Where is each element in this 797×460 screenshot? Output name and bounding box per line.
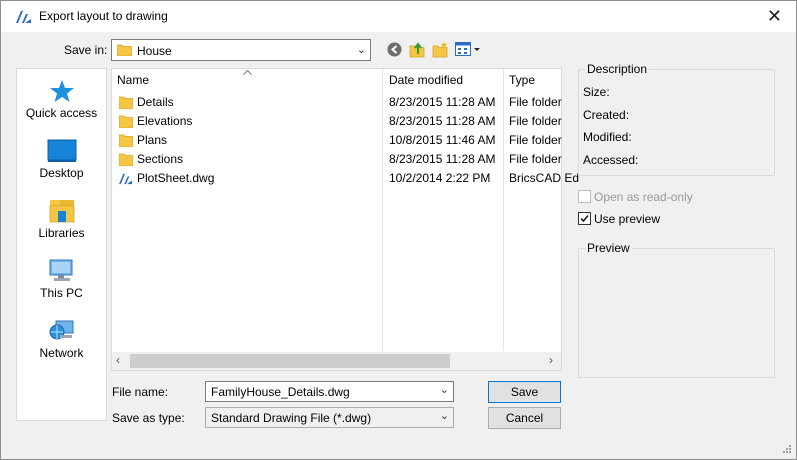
file-row-details[interactable]: Details 8/23/2015 11:28 AM File folder bbox=[112, 93, 562, 112]
file-name-label: File name: bbox=[112, 385, 169, 399]
file-date: 8/23/2015 11:28 AM bbox=[389, 95, 496, 109]
sort-arrow-icon bbox=[243, 70, 252, 75]
close-button[interactable]: ✕ bbox=[767, 7, 782, 25]
file-type: File folder bbox=[509, 114, 562, 128]
file-date: 8/23/2015 11:28 AM bbox=[389, 114, 496, 128]
file-name-value: FamilyHouse_Details.dwg bbox=[211, 385, 350, 399]
column-header-type[interactable]: Type bbox=[509, 73, 535, 87]
file-name: PlotSheet.dwg bbox=[137, 171, 215, 185]
scrollbar-thumb[interactable] bbox=[130, 354, 450, 368]
file-date: 10/8/2015 11:46 AM bbox=[389, 133, 496, 147]
file-name: Plans bbox=[137, 133, 168, 147]
file-type: File folder bbox=[509, 133, 562, 147]
created-label: Created: bbox=[583, 108, 630, 122]
column-header-date[interactable]: Date modified bbox=[389, 73, 463, 87]
scroll-right-icon[interactable]: › bbox=[549, 353, 553, 367]
bricscad-logo-icon bbox=[16, 11, 31, 23]
view-menu-icon[interactable] bbox=[455, 42, 481, 57]
save-as-type-label: Save as type: bbox=[112, 411, 185, 425]
file-name: Sections bbox=[137, 152, 184, 166]
save-button[interactable]: Save bbox=[488, 381, 561, 403]
star-icon bbox=[49, 80, 74, 102]
save-in-value: House bbox=[137, 44, 172, 58]
checkmark-icon bbox=[580, 215, 589, 223]
file-list: Name Date modified Type Details 8/23/201… bbox=[111, 68, 579, 371]
use-preview-label: Use preview bbox=[594, 212, 661, 226]
modified-label: Modified: bbox=[583, 130, 632, 144]
title-bar: Export layout to drawing ✕ bbox=[1, 1, 796, 32]
read-only-label: Open as read-only bbox=[594, 190, 693, 204]
accessed-label: Accessed: bbox=[583, 153, 639, 167]
save-as-type-dropdown[interactable]: Standard Drawing File (*.dwg) ⌄ bbox=[205, 407, 454, 428]
save-in-dropdown[interactable]: House ⌄ bbox=[111, 39, 371, 61]
scroll-left-icon[interactable]: ‹ bbox=[116, 353, 120, 367]
file-name: Details bbox=[137, 95, 174, 109]
folder-icon bbox=[119, 96, 133, 109]
place-network[interactable]: Network bbox=[17, 319, 106, 360]
dwg-file-icon bbox=[119, 173, 132, 185]
place-quick-access[interactable]: Quick access bbox=[17, 79, 106, 120]
place-label: Libraries bbox=[38, 226, 85, 240]
save-as-type-value: Standard Drawing File (*.dwg) bbox=[211, 411, 372, 425]
chevron-down-icon: ⌄ bbox=[439, 410, 449, 422]
places-bar: Quick access Desktop Libraries This PC N… bbox=[16, 68, 107, 421]
desktop-icon bbox=[47, 139, 76, 162]
folder-icon bbox=[119, 134, 133, 147]
file-type: File folder bbox=[509, 152, 562, 166]
file-type: BricsCAD Ed bbox=[509, 171, 580, 185]
place-label: Network bbox=[39, 346, 84, 360]
folder-icon bbox=[119, 115, 133, 128]
save-in-label: Save in: bbox=[64, 43, 108, 57]
new-folder-icon[interactable] bbox=[432, 41, 449, 58]
place-label: This PC bbox=[40, 286, 83, 300]
file-row-plans[interactable]: Plans 10/8/2015 11:46 AM File folder bbox=[112, 131, 562, 150]
dialog-title: Export layout to drawing bbox=[39, 9, 168, 23]
place-libraries[interactable]: Libraries bbox=[17, 199, 106, 240]
place-label: Quick access bbox=[25, 106, 98, 120]
file-row-sections[interactable]: Sections 8/23/2015 11:28 AM File folder bbox=[112, 150, 562, 169]
preview-title: Preview bbox=[585, 241, 632, 255]
libraries-icon bbox=[49, 200, 74, 223]
file-date: 10/2/2014 2:22 PM bbox=[389, 171, 491, 185]
file-name-input[interactable]: FamilyHouse_Details.dwg ⌄ bbox=[205, 381, 454, 402]
preview-group: Preview bbox=[578, 241, 775, 378]
file-name: Elevations bbox=[137, 114, 193, 128]
chevron-down-icon[interactable]: ⌄ bbox=[440, 383, 449, 396]
folder-icon bbox=[117, 44, 132, 56]
use-preview-checkbox[interactable] bbox=[578, 212, 591, 225]
folder-icon bbox=[119, 153, 133, 166]
place-label: Desktop bbox=[39, 166, 84, 180]
resize-grip-icon[interactable] bbox=[782, 444, 792, 454]
cancel-button[interactable]: Cancel bbox=[488, 407, 561, 429]
description-group: Description Size: Created: Modified: Acc… bbox=[578, 62, 775, 176]
file-type: File folder bbox=[509, 95, 562, 109]
chevron-down-icon: ⌄ bbox=[356, 44, 366, 56]
column-header-name[interactable]: Name bbox=[117, 73, 149, 87]
description-title: Description bbox=[585, 62, 650, 76]
size-label: Size: bbox=[583, 85, 610, 99]
horizontal-scrollbar[interactable]: ‹ › bbox=[112, 352, 561, 370]
file-date: 8/23/2015 11:28 AM bbox=[389, 152, 496, 166]
export-dialog: Export layout to drawing ✕ Save in: Hous… bbox=[0, 0, 797, 460]
place-desktop[interactable]: Desktop bbox=[17, 139, 106, 180]
file-row-elevations[interactable]: Elevations 8/23/2015 11:28 AM File folde… bbox=[112, 112, 562, 131]
network-icon bbox=[49, 320, 73, 340]
back-icon[interactable] bbox=[387, 42, 402, 57]
up-folder-icon[interactable] bbox=[409, 41, 426, 58]
computer-icon bbox=[49, 259, 72, 281]
file-row-plotsheet[interactable]: PlotSheet.dwg 10/2/2014 2:22 PM BricsCAD… bbox=[112, 169, 579, 188]
place-this-pc[interactable]: This PC bbox=[17, 259, 106, 300]
read-only-checkbox[interactable] bbox=[578, 190, 591, 203]
